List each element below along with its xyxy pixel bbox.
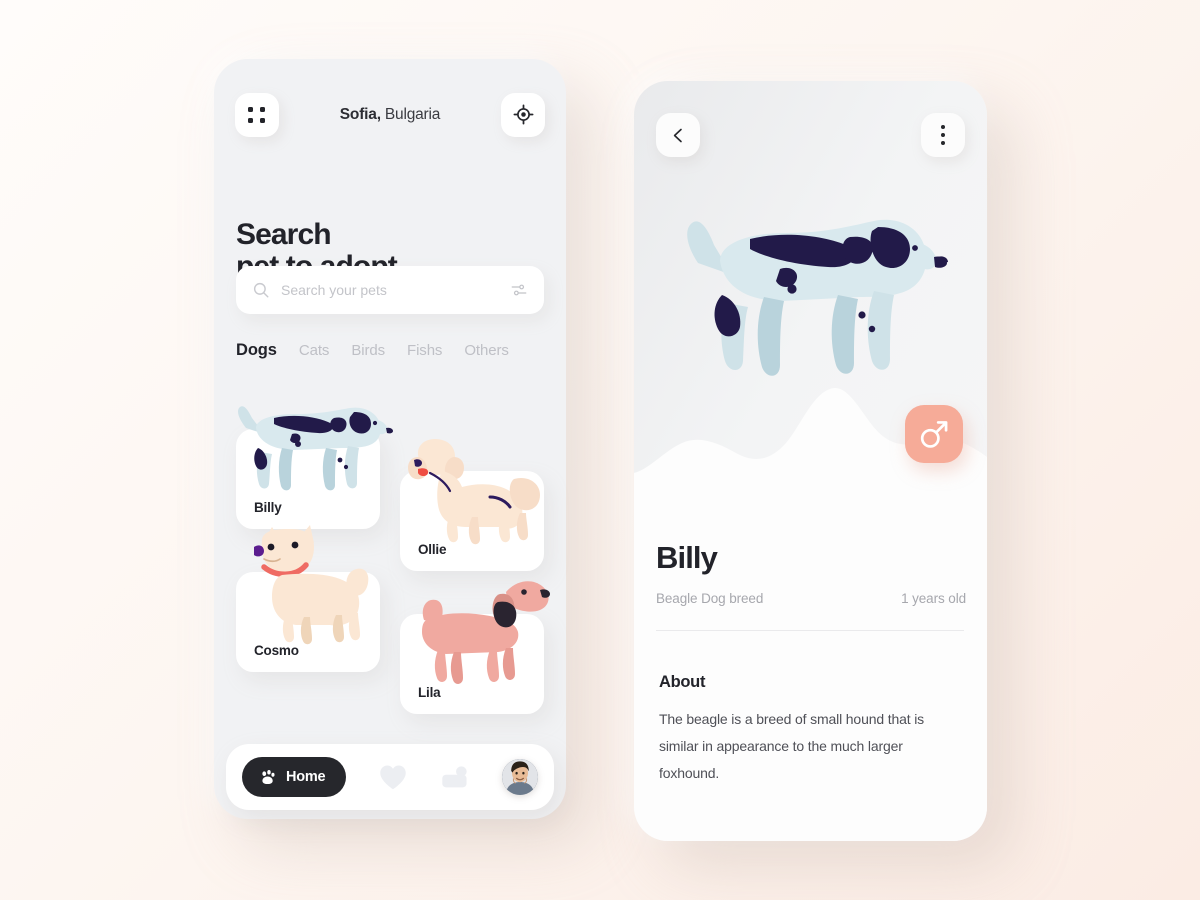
tab-cats[interactable]: Cats [299, 342, 330, 359]
tab-fishs[interactable]: Fishs [407, 342, 442, 359]
pet-card-ollie[interactable]: Ollie [400, 471, 544, 571]
pet-meta-row: Beagle Dog breed 1 years old [656, 591, 966, 606]
pet-detail-name: Billy [656, 540, 718, 575]
category-tabs: Dogs Cats Birds Fishs Others [236, 341, 548, 360]
pet-card-billy[interactable]: Billy [236, 429, 380, 529]
page-title-line1: Search [236, 218, 332, 251]
back-button[interactable] [656, 113, 700, 157]
heart-icon [380, 764, 407, 789]
male-gender-icon [920, 421, 948, 448]
divider [656, 630, 964, 631]
detail-top-bar [656, 113, 965, 157]
grid-menu-button[interactable] [235, 92, 279, 137]
beagle-blue-dog-hero-illustration [687, 219, 948, 376]
nav-favorites-button[interactable] [378, 764, 408, 791]
nav-messages-button[interactable] [440, 764, 470, 790]
message-icon [442, 766, 467, 788]
location-city: Sofia, [339, 105, 381, 123]
more-options-button[interactable] [921, 113, 965, 157]
crosshair-location-icon [513, 104, 533, 125]
pet-card-name: Lila [418, 685, 441, 700]
pet-card-name: Cosmo [254, 643, 299, 658]
pet-card-cosmo[interactable]: Cosmo [236, 572, 380, 672]
locate-me-button[interactable] [501, 92, 545, 137]
sliders-filter-icon[interactable] [510, 281, 528, 299]
about-text: The beagle is a breed of small hound tha… [659, 711, 925, 781]
about-heading: About [659, 673, 706, 691]
bottom-navigation: Home [226, 744, 554, 810]
pet-age: 1 years old [901, 591, 966, 606]
search-input[interactable] [281, 282, 510, 298]
pet-card-lila[interactable]: Lila [400, 614, 544, 714]
search-icon [253, 282, 269, 298]
pet-breed: Beagle Dog breed [656, 591, 764, 606]
gender-badge[interactable] [905, 405, 963, 463]
location-label[interactable]: Sofia, Bulgaria [339, 105, 441, 124]
left-top-bar: Sofia, Bulgaria [235, 91, 545, 138]
tab-birds[interactable]: Birds [351, 342, 385, 359]
nav-home-button[interactable]: Home [241, 757, 347, 797]
kebab-menu-icon [941, 125, 945, 145]
avatar-photo [502, 759, 539, 795]
location-country: Bulgaria [380, 105, 441, 123]
pet-card-name: Ollie [418, 542, 447, 557]
search-bar[interactable] [236, 266, 544, 314]
phone-screen-detail: Billy Beagle Dog breed 1 years old About… [634, 81, 987, 841]
tab-others[interactable]: Others [464, 342, 509, 359]
grid-dots-icon [248, 106, 266, 123]
tab-dogs[interactable]: Dogs [236, 341, 277, 360]
phone-screen-search: Sofia, Bulgaria Search pet to adopt [214, 59, 566, 819]
paw-icon [262, 769, 275, 785]
nav-profile-avatar[interactable] [502, 759, 539, 795]
chevron-left-icon [673, 128, 682, 142]
detail-content: Billy Beagle Dog breed 1 years old About… [634, 381, 987, 841]
pet-card-name: Billy [254, 500, 282, 515]
nav-home-label: Home [285, 769, 326, 785]
